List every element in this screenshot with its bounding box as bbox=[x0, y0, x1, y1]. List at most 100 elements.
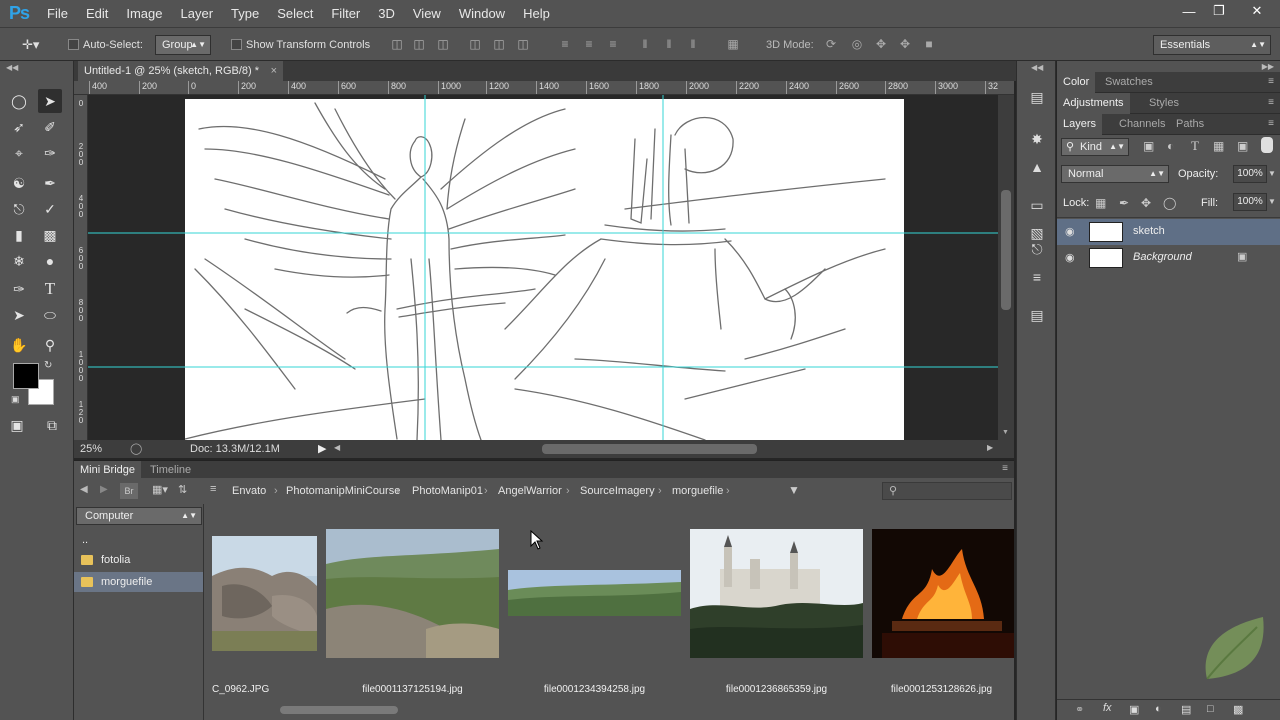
breadcrumb-item[interactable]: SourceImagery bbox=[580, 484, 655, 498]
auto-select-dropdown[interactable]: Group ▲▼ bbox=[155, 35, 211, 55]
sort-icon[interactable]: ⇅ bbox=[178, 483, 187, 496]
menu-filter[interactable]: Filter bbox=[322, 0, 369, 27]
distribute-top-icon[interactable]: ≡ bbox=[558, 37, 572, 51]
scroll-down-icon[interactable]: ▼ bbox=[1002, 429, 1009, 436]
3d-rotate-icon[interactable]: ⟳ bbox=[824, 37, 838, 51]
filter-pixel-icon[interactable]: ▣ bbox=[1143, 139, 1154, 153]
tab-styles[interactable]: Styles bbox=[1143, 93, 1185, 114]
back-icon[interactable]: ◀ bbox=[80, 484, 88, 495]
hand-tool-icon[interactable]: ✋ bbox=[7, 333, 31, 357]
canvas-area[interactable] bbox=[88, 95, 998, 440]
tab-layers[interactable]: Layers bbox=[1057, 114, 1103, 135]
delete-layer-icon[interactable]: ▩ bbox=[1233, 703, 1243, 716]
tab-swatches[interactable]: Swatches bbox=[1099, 72, 1159, 93]
type-tool-icon[interactable]: T bbox=[38, 277, 62, 301]
filter-type-icon[interactable]: T bbox=[1191, 138, 1199, 154]
align-bottom-icon[interactable]: ◫ bbox=[436, 37, 450, 51]
panel-menu-icon[interactable]: ≡ bbox=[1268, 97, 1274, 108]
minimize-icon[interactable]: — bbox=[1174, 0, 1204, 22]
distribute-vcenter-icon[interactable]: ≡ bbox=[582, 37, 596, 51]
menu-edit[interactable]: Edit bbox=[77, 0, 117, 27]
thumbnail-fire[interactable] bbox=[872, 529, 1014, 658]
lock-all-icon[interactable]: ◯ bbox=[1163, 196, 1176, 210]
tab-color[interactable]: Color bbox=[1057, 72, 1096, 93]
menu-window[interactable]: Window bbox=[450, 0, 514, 27]
document-tab[interactable]: Untitled-1 @ 25% (sketch, RGB/8) * × bbox=[78, 61, 284, 81]
add-mask-icon[interactable]: ▣ bbox=[1129, 703, 1139, 716]
default-colors-icon[interactable]: ▣ bbox=[11, 394, 20, 405]
layer-name[interactable]: sketch bbox=[1133, 225, 1165, 237]
pen-tool-icon[interactable]: ✑ bbox=[7, 277, 31, 301]
adjustment-layer-icon[interactable]: ◐ bbox=[1155, 703, 1162, 715]
panel-menu-icon[interactable]: ≡ bbox=[1268, 118, 1274, 129]
breadcrumb-item[interactable]: morguefile bbox=[672, 484, 723, 498]
layer-row-sketch[interactable]: ◉ sketch bbox=[1057, 219, 1280, 245]
move-tool-icon[interactable]: ➤ bbox=[38, 89, 62, 113]
file-caption[interactable]: file0001236865359.jpg bbox=[689, 684, 864, 695]
tab-timeline[interactable]: Timeline bbox=[144, 461, 197, 479]
new-group-icon[interactable]: ▤ bbox=[1181, 703, 1191, 716]
breadcrumb-item[interactable]: PhotoManip01 bbox=[412, 484, 483, 498]
distribute-right-icon[interactable]: ‖ bbox=[686, 37, 700, 51]
auto-align-icon[interactable]: ▦ bbox=[726, 37, 740, 51]
align-top-icon[interactable]: ◫ bbox=[390, 37, 404, 51]
visibility-eye-icon[interactable]: ◉ bbox=[1065, 225, 1075, 238]
export-status-icon[interactable]: ◯ bbox=[130, 442, 142, 455]
mini-bridge-search-input[interactable]: ⚲ bbox=[882, 482, 1012, 500]
filter-smart-object-icon[interactable]: ▣ bbox=[1237, 139, 1248, 153]
layer-row-background[interactable]: ◉ Background ▣ bbox=[1057, 245, 1280, 271]
file-caption[interactable]: C_0962.JPG bbox=[212, 684, 317, 695]
crop-tool-icon[interactable]: ⌖ bbox=[7, 141, 31, 165]
thumbnail-rocks[interactable] bbox=[212, 536, 317, 651]
brush-presets-panel-icon[interactable]: ✸ bbox=[1027, 129, 1047, 149]
thumbnail-panorama[interactable] bbox=[508, 570, 681, 616]
menu-select[interactable]: Select bbox=[268, 0, 322, 27]
move-tool-preset-icon[interactable]: ✛▾ bbox=[22, 36, 39, 54]
blur-tool-icon[interactable]: ❄ bbox=[7, 249, 31, 273]
align-left-icon[interactable]: ◫ bbox=[468, 37, 482, 51]
align-right-icon[interactable]: ◫ bbox=[516, 37, 530, 51]
3d-panel-icon[interactable]: ▭ bbox=[1027, 195, 1047, 215]
distribute-bottom-icon[interactable]: ≡ bbox=[606, 37, 620, 51]
fx-icon[interactable]: fx bbox=[1103, 702, 1112, 714]
character-panel-icon[interactable]: ▤ bbox=[1027, 305, 1047, 325]
filter-toggle[interactable] bbox=[1261, 137, 1273, 153]
history-brush-tool-icon[interactable]: ✓ bbox=[38, 197, 62, 221]
filter-adjustment-icon[interactable]: ◐ bbox=[1167, 139, 1174, 153]
restore-icon[interactable]: ❐ bbox=[1204, 0, 1234, 22]
menu-3d[interactable]: 3D bbox=[369, 0, 404, 27]
healing-brush-tool-icon[interactable]: ☯ bbox=[7, 171, 31, 195]
menu-file[interactable]: File bbox=[38, 0, 77, 27]
auto-select-checkbox[interactable] bbox=[68, 39, 79, 50]
breadcrumb-item[interactable]: AngelWarrior bbox=[498, 484, 562, 498]
foreground-color-swatch-top[interactable] bbox=[13, 363, 39, 389]
breadcrumb-item[interactable]: Envato bbox=[232, 484, 266, 498]
screen-mode-icon[interactable]: ⧉ bbox=[40, 413, 64, 437]
location-dropdown[interactable]: Computer ▲▼ bbox=[76, 507, 202, 525]
zoom-tool-icon[interactable]: ⚲ bbox=[38, 333, 62, 357]
mini-bridge-scroll-thumb[interactable] bbox=[280, 706, 398, 714]
thumbnail-valley[interactable] bbox=[326, 529, 499, 658]
close-icon[interactable]: ✕ bbox=[1234, 0, 1280, 22]
quick-selection-tool-icon[interactable]: ✐ bbox=[38, 115, 62, 139]
clone-stamp-tool-icon[interactable]: ⎋ bbox=[7, 197, 31, 221]
lasso-tool-icon[interactable]: ➶ bbox=[7, 115, 31, 139]
tab-adjustments[interactable]: Adjustments bbox=[1057, 93, 1130, 114]
tab-paths[interactable]: Paths bbox=[1170, 114, 1210, 135]
blend-mode-dropdown[interactable]: Normal ▲▼ bbox=[1061, 165, 1169, 183]
horizontal-scroll-thumb[interactable] bbox=[542, 444, 757, 454]
breadcrumb-item[interactable]: PhotomanipMiniCourse bbox=[286, 484, 400, 498]
forward-icon[interactable]: ▶ bbox=[100, 484, 108, 495]
scroll-right-icon[interactable]: ▶ bbox=[987, 443, 993, 452]
ellipse-tool-icon[interactable]: ⬭ bbox=[38, 303, 62, 327]
tab-mini-bridge[interactable]: Mini Bridge bbox=[74, 461, 142, 479]
eyedropper-tool-icon[interactable]: ✑ bbox=[38, 141, 62, 165]
vertical-scroll-thumb[interactable] bbox=[1001, 190, 1011, 310]
distribute-left-icon[interactable]: ‖ bbox=[638, 37, 652, 51]
view-mode-icon[interactable]: ▦▾ bbox=[152, 483, 168, 496]
lock-image-icon[interactable]: ✒ bbox=[1119, 196, 1129, 210]
menu-image[interactable]: Image bbox=[117, 0, 171, 27]
3d-drag-icon[interactable]: ✥ bbox=[874, 37, 888, 51]
align-hcenter-icon[interactable]: ◫ bbox=[492, 37, 506, 51]
menu-view[interactable]: View bbox=[404, 0, 450, 27]
